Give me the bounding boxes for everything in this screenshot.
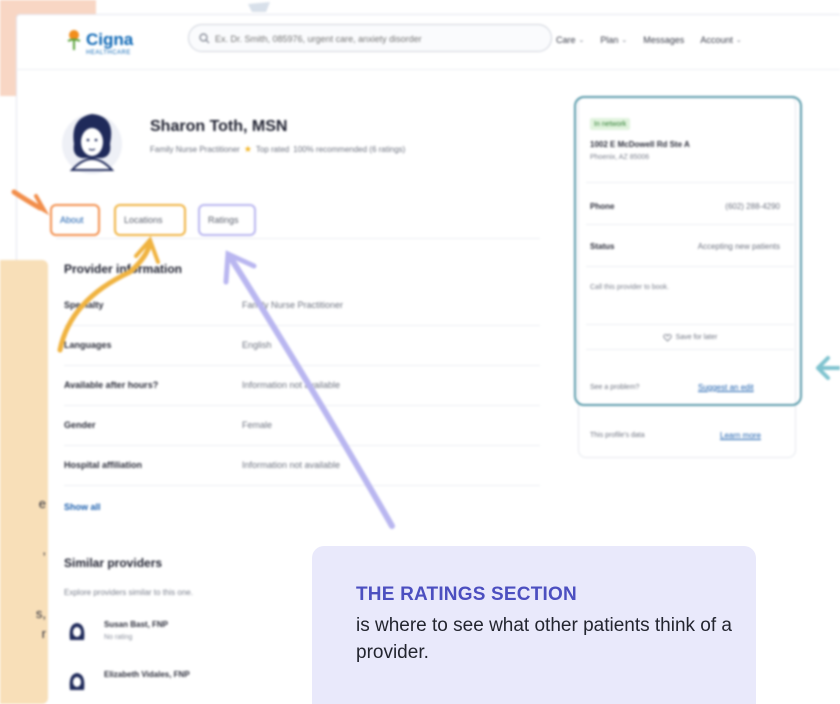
status-value: Accepting new patients	[697, 242, 780, 251]
info-row-hospital: Hospital affiliation Information not ava…	[64, 446, 540, 486]
top-decoration	[240, 0, 280, 14]
app-header: Cigna HEALTHCARE Care⌄ Plan⌄ Messages Ac…	[16, 14, 840, 70]
search-bar[interactable]	[188, 24, 552, 52]
info-row-after-hours: Available after hours? Information not a…	[64, 366, 540, 406]
nav-plan-label: Plan	[600, 35, 619, 45]
tab-divider	[56, 238, 540, 239]
info-value: Family Nurse Practitioner	[242, 300, 344, 310]
similar-provider-rating: No rating	[104, 634, 133, 641]
info-value: Female	[242, 420, 273, 430]
info-label: Gender	[64, 420, 96, 430]
save-for-later-label: Save for later	[675, 333, 718, 341]
info-label: Hospital affiliation	[64, 460, 143, 470]
provider-specialty: Family Nurse Practitioner	[150, 145, 240, 154]
address-line-1: 1002 E McDowell Rd Ste A	[590, 140, 690, 149]
recommended-label: 100% recommended (6 ratings)	[293, 145, 406, 154]
card-divider	[586, 224, 794, 225]
panel-text-fragment: ,	[42, 542, 46, 557]
provider-information-title: Provider information	[64, 262, 183, 276]
chevron-down-icon: ⌄	[578, 37, 585, 44]
phone-value[interactable]: (602) 288-4290	[725, 202, 780, 211]
provider-name: Sharon Toth, MSN	[150, 118, 288, 135]
panel-text-fragment: r	[41, 626, 46, 641]
see-problem-text: See a problem?	[590, 384, 640, 391]
left-side-panel: e , s, r	[0, 260, 48, 704]
similar-providers-subtitle: Explore providers similar to this one.	[64, 588, 193, 597]
info-row-gender: Gender Female	[64, 406, 540, 446]
in-network-badge: In network	[590, 118, 631, 130]
tab-locations[interactable]: Locations	[114, 204, 186, 236]
phone-label: Phone	[590, 202, 615, 211]
info-label: Specialty	[64, 300, 104, 310]
suggest-edit-link[interactable]: Suggest an edit	[698, 383, 754, 392]
provider-subtitle: Family Nurse Practitioner ★ Top rated 10…	[150, 144, 405, 155]
card-divider	[586, 266, 794, 267]
search-input[interactable]	[215, 30, 515, 48]
info-value: Information not available	[242, 460, 341, 470]
nav-care[interactable]: Care ⌄	[556, 32, 584, 48]
card-divider	[586, 182, 794, 183]
similar-providers-title: Similar providers	[64, 556, 163, 570]
panel-text-fragment: e	[38, 496, 46, 511]
info-row-languages: Languages English	[64, 326, 540, 366]
booking-note: Call this provider to book.	[590, 284, 669, 291]
logo-subtext: HEALTHCARE	[86, 50, 131, 56]
info-value: Information not available	[242, 380, 341, 390]
callout-title: THE RATINGS SECTION	[356, 584, 577, 605]
info-label: Languages	[64, 340, 112, 350]
nav-account-label: Account	[700, 35, 733, 45]
ratings-callout: THE RATINGS SECTION is where to see what…	[312, 546, 756, 704]
info-value: English	[242, 340, 272, 350]
provider-avatar-icon	[69, 623, 85, 640]
heart-icon	[662, 333, 672, 342]
search-icon	[199, 33, 210, 44]
tab-ratings[interactable]: Ratings	[198, 204, 256, 236]
panel-text-fragment: s,	[35, 606, 46, 621]
similar-provider-name: Elizabeth Vidales, FNP	[104, 670, 190, 679]
right-arrow-decoration	[816, 356, 840, 380]
callout-body: is where to see what other patients thin…	[356, 615, 732, 663]
learn-more-link[interactable]: Learn more	[720, 431, 761, 440]
chevron-down-icon: ⌄	[621, 37, 628, 44]
profile-data-text: This profile's data	[590, 432, 645, 439]
address-line-2: Phoenix, AZ 85006	[590, 154, 650, 161]
cigna-logo[interactable]: Cigna HEALTHCARE	[64, 28, 174, 58]
star-icon: ★	[243, 144, 252, 154]
status-label: Status	[590, 242, 615, 251]
nav-messages-label: Messages	[643, 35, 685, 45]
save-for-later-button[interactable]: Save for later	[586, 324, 794, 350]
info-label: Available after hours?	[64, 380, 159, 390]
top-rated-label: Top rated	[255, 145, 290, 154]
similar-provider-name: Susan Bast, FNP	[104, 620, 169, 629]
show-all-link[interactable]: Show all	[64, 502, 101, 512]
nav-plan[interactable]: Plan ⌄	[600, 32, 627, 48]
info-row-specialty: Specialty Family Nurse Practitioner	[64, 286, 540, 326]
nav-care-label: Care	[556, 35, 576, 45]
top-nav: Care ⌄ Plan ⌄ Messages Account ⌄	[556, 32, 742, 48]
nav-account[interactable]: Account ⌄	[700, 32, 741, 48]
nav-messages[interactable]: Messages	[643, 32, 684, 48]
cigna-tree-icon	[67, 30, 81, 50]
logo-text: Cigna	[86, 30, 134, 49]
chevron-down-icon: ⌄	[735, 37, 742, 44]
provider-avatar-icon	[69, 673, 85, 690]
tab-about[interactable]: About	[50, 204, 100, 236]
provider-avatar	[62, 114, 122, 174]
